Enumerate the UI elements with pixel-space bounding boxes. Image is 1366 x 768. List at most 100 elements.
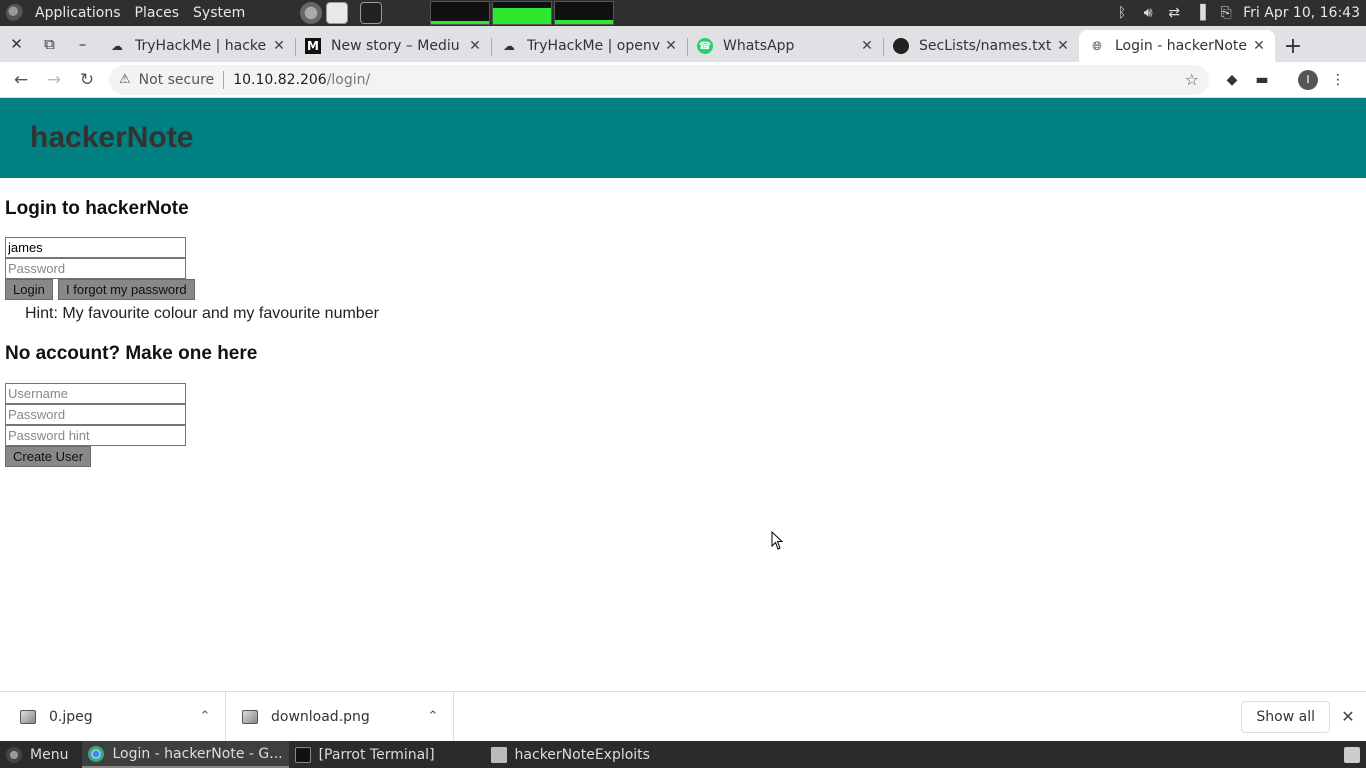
tab-tryhackme-hacker[interactable]: ☁ TryHackMe | hacke ✕: [99, 30, 295, 62]
address-bar[interactable]: ⚠ Not secure 10.10.82.206/login/ ☆: [109, 64, 1209, 95]
text-editor-launcher-icon[interactable]: [326, 2, 349, 24]
system-menu[interactable]: System: [186, 5, 252, 21]
tab-whatsapp[interactable]: ☎ WhatsApp ✕: [687, 30, 883, 62]
memory-monitor: [492, 1, 553, 25]
tab-title: New story – Mediu: [331, 38, 460, 54]
parrot-logo-icon[interactable]: [6, 4, 24, 22]
terminal-launcher-icon[interactable]: [360, 2, 383, 24]
image-file-icon: [242, 709, 258, 724]
download-filename[interactable]: download.png: [271, 709, 413, 725]
firefox-launcher-icon[interactable]: [300, 2, 323, 24]
new-tab-button[interactable]: +: [1275, 30, 1311, 62]
chevron-up-icon[interactable]: ⌃: [413, 709, 453, 724]
username-input[interactable]: [5, 237, 186, 258]
tab-login-hackernote[interactable]: 🌐︎ Login - hackerNote ✕: [1079, 30, 1275, 62]
tab-title: TryHackMe | hacke: [135, 38, 267, 54]
window-restore-icon[interactable]: ⧉: [33, 26, 66, 62]
warning-icon[interactable]: ⚠: [119, 72, 131, 87]
downloads-shelf: 0.jpeg ⌃ download.png ⌃ Show all ✕: [0, 691, 1366, 742]
download-item[interactable]: download.png ⌃: [226, 691, 454, 742]
parrot-menu-icon: [6, 746, 22, 763]
network-graph: [555, 19, 614, 24]
more-menu-icon[interactable]: ⋮: [1323, 65, 1353, 95]
tab-title: WhatsApp: [723, 38, 795, 54]
start-menu-button[interactable]: Menu: [0, 741, 74, 768]
tab-close-icon[interactable]: ✕: [663, 38, 679, 54]
taskbar-item-label: Login - hackerNote - G...: [112, 745, 283, 762]
places-menu[interactable]: Places: [128, 5, 187, 21]
signup-username-input[interactable]: [5, 383, 186, 404]
network-monitor: [554, 1, 615, 25]
menu-label: Menu: [30, 746, 69, 763]
browser-toolbar: ← → ↻ ⚠ Not secure 10.10.82.206/login/ ☆…: [0, 62, 1366, 98]
tab-seclists[interactable]: SecLists/names.txt ✕: [883, 30, 1079, 62]
tab-title: SecLists/names.txt: [919, 38, 1052, 54]
cloud-icon: ☁: [503, 39, 515, 53]
volume-icon[interactable]: 🔊︎: [1139, 4, 1157, 22]
signup-hint-input[interactable]: [5, 425, 186, 446]
browser-tab-strip: ✕ ⧉ – ☁ TryHackMe | hacke ✕ M New story …: [0, 26, 1366, 62]
clipboard-icon[interactable]: ⎘: [1217, 4, 1235, 22]
login-heading: Login to hackerNote: [5, 198, 189, 219]
memory-graph: [493, 7, 552, 24]
signup-password-input[interactable]: [5, 404, 186, 425]
mouse-cursor-icon: [771, 531, 784, 550]
tab-close-icon[interactable]: ✕: [1055, 38, 1071, 54]
login-button[interactable]: Login: [5, 279, 53, 300]
address-separator: [223, 70, 225, 89]
back-icon[interactable]: ←: [5, 64, 37, 96]
cpu-monitor: [430, 1, 491, 25]
forgot-password-button[interactable]: I forgot my password: [58, 279, 195, 300]
folder-icon: [490, 746, 507, 763]
taskbar-item-label: hackerNoteExploits: [514, 746, 650, 763]
bluetooth-icon[interactable]: ᛒ: [1113, 4, 1131, 22]
download-filename[interactable]: 0.jpeg: [49, 709, 185, 725]
url-path[interactable]: /login/: [327, 72, 371, 88]
taskbar-item-terminal[interactable]: [Parrot Terminal]: [289, 741, 441, 768]
tab-title: TryHackMe | openv: [527, 38, 660, 54]
whatsapp-icon: ☎: [697, 38, 713, 54]
site-header: hackerNote: [0, 98, 1366, 178]
taskbar-item-folder[interactable]: hackerNoteExploits: [485, 741, 656, 768]
bookmark-star-icon[interactable]: ☆: [1185, 70, 1199, 89]
window-close-icon[interactable]: ✕: [0, 26, 33, 62]
tab-title: Login - hackerNote: [1115, 38, 1247, 54]
terminal-icon: [294, 746, 311, 763]
tab-close-icon[interactable]: ✕: [1251, 38, 1267, 54]
trash-icon[interactable]: [1344, 746, 1360, 763]
network-icon[interactable]: ⇄: [1165, 4, 1183, 22]
extension-icon[interactable]: ◆: [1217, 65, 1247, 95]
close-icon[interactable]: ✕: [1330, 707, 1366, 726]
show-all-button[interactable]: Show all: [1241, 700, 1330, 733]
tab-close-icon[interactable]: ✕: [271, 38, 287, 54]
chevron-up-icon[interactable]: ⌃: [185, 709, 225, 724]
cloud-icon: ☁: [111, 39, 123, 53]
taskbar-item-browser[interactable]: Login - hackerNote - G...: [82, 741, 289, 768]
reload-icon[interactable]: ↻: [71, 64, 103, 96]
github-icon: [893, 38, 909, 54]
download-item[interactable]: 0.jpeg ⌃: [0, 691, 226, 742]
signup-heading: No account? Make one here: [5, 343, 258, 364]
taskbar-item-label: [Parrot Terminal]: [318, 746, 435, 763]
security-label[interactable]: Not secure: [139, 72, 215, 88]
site-title: hackerNote: [30, 121, 194, 154]
clock[interactable]: Fri Apr 10, 16:43: [1243, 5, 1360, 21]
forward-icon[interactable]: →: [38, 64, 70, 96]
url-host[interactable]: 10.10.82.206: [233, 72, 327, 88]
image-file-icon: [20, 709, 36, 724]
create-user-button[interactable]: Create User: [5, 446, 92, 467]
avatar: I: [1298, 69, 1318, 90]
password-input[interactable]: [5, 258, 186, 279]
window-minimize-icon[interactable]: –: [66, 26, 99, 62]
system-top-panel: Applications Places System ᛒ 🔊︎ ⇄ ▐ ⎘ Fr…: [0, 0, 1366, 26]
tab-medium-new-story[interactable]: M New story – Mediu ✕: [295, 30, 491, 62]
profile-avatar[interactable]: I: [1293, 65, 1323, 95]
tab-tryhackme-openvpn[interactable]: ☁ TryHackMe | openv ✕: [491, 30, 687, 62]
cpu-graph: [431, 20, 490, 24]
incognito-extension-icon[interactable]: ▬: [1247, 65, 1277, 95]
password-hint-text: Hint: My favourite colour and my favouri…: [25, 305, 379, 322]
applications-menu[interactable]: Applications: [28, 5, 128, 21]
tab-close-icon[interactable]: ✕: [859, 38, 875, 54]
signal-icon[interactable]: ▐: [1191, 4, 1209, 22]
tab-close-icon[interactable]: ✕: [467, 38, 483, 54]
